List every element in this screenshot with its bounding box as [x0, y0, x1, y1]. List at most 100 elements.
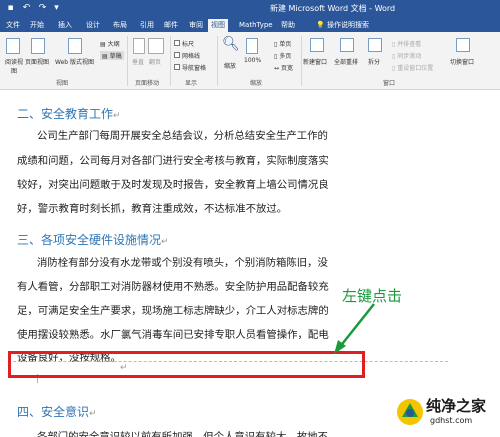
tell-me-label: 操作说明搜索: [326, 21, 369, 29]
multi-page-button[interactable]: ▯ 多页: [274, 51, 291, 60]
vertical-icon: [133, 38, 145, 54]
paragraph-line: 较好，对突出问题敢于及时发现及时报告，安全教育上墙公司情况良: [17, 179, 329, 191]
paragraph-mark: ↵: [89, 409, 97, 419]
heading-text: 三、各项安全硬件设施情况: [17, 233, 162, 247]
tab-view[interactable]: 视图: [208, 19, 228, 32]
nav-pane-label: 导航窗格: [182, 65, 207, 72]
views-group-label: 视图: [56, 80, 69, 87]
print-layout-button[interactable]: 页面视图: [25, 57, 49, 66]
tab-design[interactable]: 设计: [83, 19, 103, 32]
ribbon: 阅读视图 页面视图 Web 版式视图 ▤ 大纲 ▤ 草稿 视图 垂直 翻页 页面…: [0, 32, 500, 90]
nav-pane-checkbox[interactable]: [174, 64, 180, 70]
ribbon-divider: [301, 36, 302, 86]
tab-layout[interactable]: 布局: [110, 19, 130, 32]
annotation-label: 左键点击: [342, 287, 403, 305]
hundred-percent-button[interactable]: 100%: [244, 57, 261, 64]
watermark-url: gdhst.com: [430, 416, 473, 425]
print-layout-icon: [31, 38, 45, 54]
paragraph-line: 使用摆设较熟悉。水厂氯气消毒车间已安排专职人员看管操作，配电: [17, 329, 329, 341]
title-bar: ▪ ↶ ↷ ▾ 新建 Microsoft Word 文档 - Word: [0, 0, 500, 17]
web-layout-icon: [68, 38, 82, 54]
side-to-side-icon: [148, 38, 164, 54]
read-mode-button[interactable]: 阅读视图: [4, 57, 24, 75]
paragraph-mark: ↵: [161, 237, 169, 247]
multi-page-label: 多页: [279, 53, 292, 60]
hundred-percent-icon: [246, 38, 258, 54]
sync-scroll-label: 同步滚动: [397, 53, 422, 60]
zoom-group-label: 缩放: [250, 80, 263, 87]
heading-hardware-facilities: 三、各项安全硬件设施情况↵: [17, 231, 169, 248]
side-to-side-button[interactable]: 翻页: [149, 57, 161, 66]
draft-label: 草稿: [109, 53, 122, 60]
watermark-text: 纯净之家: [426, 397, 487, 415]
page-width-button[interactable]: ↔ 页宽: [274, 63, 293, 72]
reset-position-button[interactable]: ▯ 重设窗口位置: [392, 63, 433, 72]
lightbulb-icon: 💡: [316, 21, 325, 29]
split-button[interactable]: 拆分: [368, 57, 380, 66]
new-window-button[interactable]: 新建窗口: [303, 57, 327, 66]
ruler-checkbox[interactable]: [174, 40, 180, 46]
highlight-box: [8, 351, 365, 378]
paragraph-line: 公司生产部门每周开展安全总结会议，分析总结安全生产工作的: [37, 130, 328, 142]
heading-safety-education: 二、安全教育工作↵: [17, 105, 121, 122]
new-window-icon: [310, 38, 324, 52]
paragraph-line: 各部门的安全意识较以前有所加强，但个人意识有较大，故地不: [37, 431, 328, 437]
arrange-all-button[interactable]: 全部重排: [334, 57, 358, 66]
outline-button[interactable]: ▤ 大纲: [100, 39, 120, 48]
page-movement-group-label: 页面移动: [135, 80, 160, 87]
web-layout-button[interactable]: Web 版式视图: [55, 57, 94, 66]
ribbon-divider: [217, 36, 218, 86]
watermark: 纯净之家 gdhst.com: [396, 395, 496, 433]
tab-help[interactable]: 帮助: [278, 19, 298, 32]
redo-icon[interactable]: ↷: [36, 2, 49, 15]
paragraph-line: 消防栓有部分没有水龙带或个别没有喷头，个别消防箱陈旧，没: [37, 257, 328, 269]
page-width-label: 页宽: [280, 65, 293, 72]
paragraph-line: 有人看管，分部职工对消防器材使用不熟悉。安全防护用品配备较充: [17, 281, 329, 293]
outline-label: 大纲: [107, 41, 120, 48]
read-mode-icon: [6, 38, 20, 54]
gridlines-checkbox[interactable]: [174, 52, 180, 58]
ribbon-tabs: 文件 开始 插入 设计 布局 引用 邮件 审阅 视图 MathType 帮助 💡…: [0, 17, 500, 32]
watermark-logo-icon: [397, 399, 423, 425]
save-icon[interactable]: ▪: [4, 2, 17, 15]
paragraph-mark: ↵: [113, 111, 121, 121]
reset-position-label: 重设窗口位置: [397, 65, 434, 72]
vertical-button[interactable]: 垂直: [132, 57, 144, 66]
undo-icon[interactable]: ↶: [20, 2, 33, 15]
one-page-label: 单页: [279, 41, 292, 48]
ribbon-divider: [170, 36, 171, 86]
tab-file[interactable]: 文件: [3, 19, 23, 32]
one-page-button[interactable]: ▯ 单页: [274, 39, 291, 48]
paragraph-line: 成绩和问题，公司每月对各部门进行安全考核与教育，实际制度落实: [17, 155, 329, 167]
magnifier-icon: 🔍︎: [222, 36, 240, 52]
sync-scroll-button[interactable]: ▯ 同步滚动: [392, 51, 421, 60]
ribbon-divider: [127, 36, 128, 86]
heading-text: 二、安全教育工作: [17, 107, 114, 121]
side-by-side-label: 并排查看: [397, 41, 422, 48]
paragraph-line: 足，可满足安全生产要求，现场施工标志牌缺少，介工人对标志牌的: [17, 305, 329, 317]
switch-windows-icon: [456, 38, 470, 52]
tab-insert[interactable]: 插入: [55, 19, 75, 32]
tab-references[interactable]: 引用: [137, 19, 157, 32]
window-group-label: 窗口: [383, 80, 396, 87]
pointer-arrow: [334, 303, 375, 354]
gridlines-label: 网格线: [182, 53, 201, 60]
paragraph-line: 好，警示教育时刻长抓，教育注重成效，不达标准不放过。: [17, 203, 288, 215]
window-title: 新建 Microsoft Word 文档 - Word: [270, 4, 396, 13]
ruler-label: 标尺: [182, 41, 195, 48]
tab-home[interactable]: 开始: [27, 19, 47, 32]
arrange-all-icon: [340, 38, 354, 52]
heading-safety-awareness: 四、安全意识↵: [17, 403, 97, 420]
tab-mathtype[interactable]: MathType: [236, 19, 276, 32]
tell-me-search[interactable]: 💡 操作说明搜索: [316, 19, 369, 31]
split-icon: [368, 38, 382, 52]
draft-button[interactable]: ▤ 草稿: [100, 51, 124, 60]
side-by-side-button[interactable]: ▯ 并排查看: [392, 39, 421, 48]
tab-review[interactable]: 审阅: [186, 19, 206, 32]
tab-mailings[interactable]: 邮件: [161, 19, 181, 32]
zoom-button[interactable]: 缩放: [224, 61, 236, 70]
heading-text: 四、安全意识: [17, 405, 90, 419]
dropdown-icon[interactable]: ▾: [50, 2, 63, 15]
switch-windows-button[interactable]: 切换窗口: [450, 57, 474, 66]
document-page[interactable]: 二、安全教育工作↵ 公司生产部门每周开展安全总结会议，分析总结安全生产工作的 成…: [0, 91, 500, 437]
